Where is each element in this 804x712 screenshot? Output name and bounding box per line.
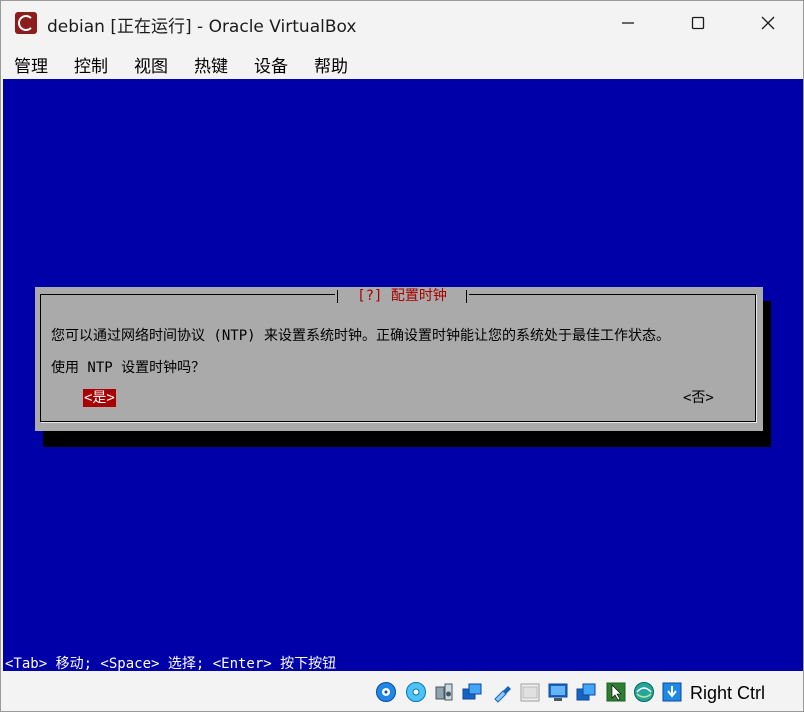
audio-icon[interactable] [433, 681, 455, 703]
menu-view[interactable]: 视图 [134, 52, 168, 77]
menu-devices[interactable]: 设备 [254, 52, 288, 77]
maximize-icon [691, 16, 705, 30]
minimize-button[interactable] [605, 1, 651, 45]
menu-bar: 管理 控制 视图 热键 设备 帮助 [1, 45, 803, 79]
close-icon [761, 16, 775, 30]
dialog-title-box: [?] 配置时钟 [335, 287, 469, 307]
display-icon[interactable] [547, 681, 569, 703]
maximize-button[interactable] [675, 1, 721, 45]
virtualbox-window: debian [正在运行] - Oracle VirtualBox 管理 控制 … [0, 0, 804, 712]
network-icon[interactable] [461, 681, 483, 703]
keyboard-help-line: <Tab> 移动; <Space> 选择; <Enter> 按下按钮 [5, 656, 337, 671]
dialog-question: 使用 NTP 设置时钟吗？ [51, 360, 206, 376]
hard-disk-icon[interactable] [375, 681, 397, 703]
keyboard-capture-icon[interactable] [661, 681, 683, 703]
mouse-integration-icon[interactable] [605, 681, 627, 703]
window-title: debian [正在运行] - Oracle VirtualBox [47, 17, 357, 37]
ntp-dialog: [?] 配置时钟 您可以通过网络时间协议 (NTP) 来设置系统时钟。正确设置时… [35, 287, 763, 431]
vm-screen[interactable]: [?] 配置时钟 您可以通过网络时间协议 (NTP) 来设置系统时钟。正确设置时… [3, 79, 803, 671]
host-key-label: Right Ctrl [690, 683, 766, 703]
status-bar: Right Ctrl [1, 671, 803, 711]
close-button[interactable] [745, 1, 791, 45]
usb-icon[interactable] [491, 681, 513, 703]
recording-icon[interactable] [575, 681, 597, 703]
optical-drive-icon[interactable] [405, 681, 427, 703]
virtualbox-vm-icon [15, 12, 37, 34]
menu-control[interactable]: 控制 [74, 52, 108, 77]
menu-help[interactable]: 帮助 [314, 52, 348, 77]
cpu-activity-icon[interactable] [633, 681, 655, 703]
no-button[interactable]: <否> [683, 389, 714, 407]
menu-manage[interactable]: 管理 [14, 52, 48, 77]
minimize-icon [622, 22, 634, 24]
title-bar[interactable]: debian [正在运行] - Oracle VirtualBox [1, 1, 803, 45]
shared-folder-icon[interactable] [519, 681, 541, 703]
dialog-description: 您可以通过网络时间协议 (NTP) 来设置系统时钟。正确设置时钟能让您的系统处于… [51, 328, 670, 344]
menu-hotkeys[interactable]: 热键 [194, 52, 228, 77]
yes-button[interactable]: <是> [83, 389, 116, 407]
dialog-title: [?] 配置时钟 [357, 288, 447, 304]
